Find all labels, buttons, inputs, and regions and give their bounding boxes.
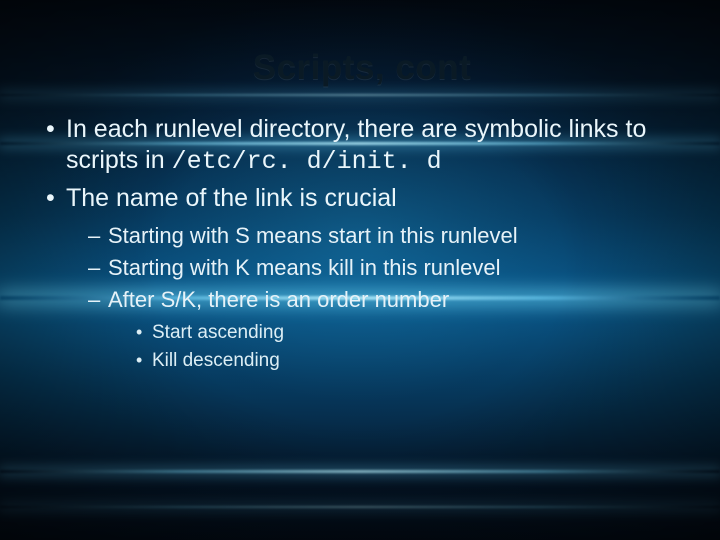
subsub-bullet-item: Kill descending [134, 348, 682, 374]
bullet-item: The name of the link is crucial Starting… [42, 183, 682, 373]
sub-bullet-item: Starting with K means kill in this runle… [86, 254, 682, 282]
slide: Scripts, cont In each runlevel directory… [0, 0, 720, 540]
subsub-bullet-text: Start ascending [152, 322, 284, 343]
sub-bullet-list: Starting with S means start in this runl… [86, 222, 682, 374]
slide-title: Scripts, cont [42, 48, 682, 88]
sub-bullet-text: Starting with K means kill in this runle… [108, 255, 501, 280]
sub-bullet-text: After S/K, there is an order number [108, 287, 449, 312]
bullet-text: The name of the link is crucial [66, 184, 397, 212]
subsub-bullet-list: Start ascending Kill descending [134, 320, 682, 373]
subsub-bullet-item: Start ascending [134, 320, 682, 346]
bullet-list: In each runlevel directory, there are sy… [42, 114, 682, 373]
subsub-bullet-text: Kill descending [152, 350, 280, 371]
sub-bullet-text: Starting with S means start in this runl… [108, 223, 518, 248]
bullet-item: In each runlevel directory, there are sy… [42, 114, 682, 177]
code-path: /etc/rc. d/init. d [172, 147, 442, 176]
sub-bullet-item: Starting with S means start in this runl… [86, 222, 682, 250]
sub-bullet-item: After S/K, there is an order number Star… [86, 286, 682, 373]
